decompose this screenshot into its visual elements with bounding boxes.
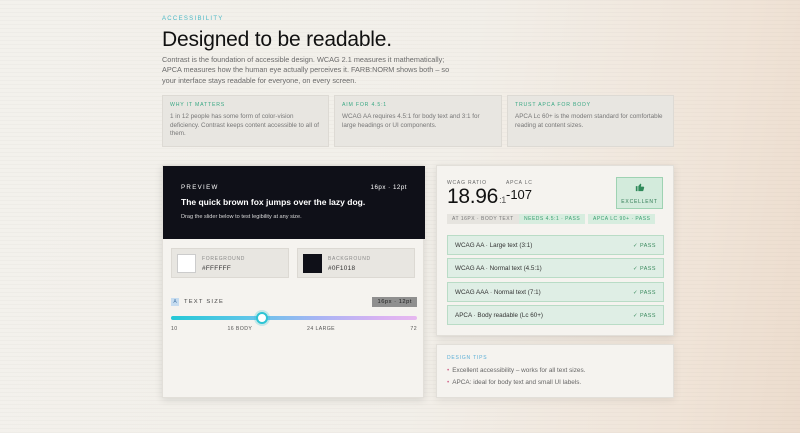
foreground-value: #FFFFFF [202,265,232,272]
section-eyebrow: ACCESSIBILITY [162,16,224,22]
info-card-text: WCAG AA requires 4.5:1 for body text and… [342,113,480,129]
bullet-icon: • [447,367,450,374]
thumbs-up-icon [635,183,644,192]
apca-pass-chip: APCA LC 90+ · PASS [588,214,656,224]
check-status: ✓ PASS [633,312,656,319]
info-card-title: TRUST APCA FOR BODY [515,102,591,108]
text-size-header: A TEXT SIZE 16px · 12pt [171,297,417,309]
info-card-aim: AIM FOR 4.5:1 WCAG AA requires 4.5:1 for… [334,95,502,147]
slider-tick-label: 16 BODY [227,326,253,332]
preview-panel: PREVIEW 16px · 12pt The quick brown fox … [163,166,425,239]
tip-text: APCA: ideal for body text and small UI l… [452,379,582,386]
text-size-icon: A [171,298,179,306]
check-label: WCAG AAA · Normal text (7:1) [455,289,541,296]
check-row: WCAG AAA · Normal text (7:1) ✓ PASS [447,282,664,302]
check-status: ✓ PASS [633,242,656,249]
slider-tick-label: 10 [171,326,178,332]
background-color-picker[interactable]: BACKGROUND #0F1018 [297,248,415,278]
foreground-color-picker[interactable]: FOREGROUND #FFFFFF [171,248,289,278]
preview-size-meta: 16px · 12pt [370,184,407,191]
slider-ticks: 10 16 BODY 24 LARGE 72 [171,326,417,334]
info-card-why: WHY IT MATTERS 1 in 12 people has some f… [162,95,329,147]
wcag-pass-chip: NEEDS 4.5:1 · PASS [519,214,586,224]
bullet-icon: • [447,379,450,386]
tip-text: Excellent accessibility – works for all … [452,367,586,374]
check-label: WCAG AA · Large text (3:1) [455,242,533,249]
background-swatch[interactable] [303,254,322,273]
tip-item: • APCA: ideal for body text and small UI … [447,379,581,386]
verdict-badge: EXCELLENT [616,177,663,209]
contrast-results-card: WCAG RATIO 18.96:1 APCA LC -107 EXCELLEN… [436,165,674,336]
info-card-apca: TRUST APCA FOR BODY APCA Lc 60+ is the m… [507,95,674,147]
context-chip: AT 16PX · BODY TEXT [447,214,519,224]
check-row: WCAG AA · Large text (3:1) ✓ PASS [447,235,664,255]
background-value: #0F1018 [328,265,356,272]
wcag-ratio-value: 18.96 [447,185,499,208]
tips-title: DESIGN TIPS [447,355,488,361]
check-status: ✓ PASS [633,265,656,272]
text-size-value: 16px · 12pt [372,297,417,307]
wcag-ratio-suffix: :1 [499,195,506,205]
preview-card: PREVIEW 16px · 12pt The quick brown fox … [162,165,425,398]
text-size-slider[interactable] [171,312,417,324]
check-row: WCAG AA · Normal text (4.5:1) ✓ PASS [447,258,664,278]
apca-label: APCA LC [506,180,533,186]
apca-value: -107 [506,187,533,202]
info-card-text: 1 in 12 people has some form of color-vi… [170,113,319,138]
info-cards: WHY IT MATTERS 1 in 12 people has some f… [162,95,674,147]
preview-label: PREVIEW [181,184,219,191]
page-title: Designed to be readable. [162,28,392,51]
verdict-label: EXCELLENT [621,199,658,205]
check-row: APCA · Body readable (Lc 60+) ✓ PASS [447,305,664,325]
info-card-title: AIM FOR 4.5:1 [342,102,387,108]
design-tips-card: DESIGN TIPS • Excellent accessibility – w… [436,344,674,398]
tip-item: • Excellent accessibility – works for all… [447,367,585,374]
check-label: APCA · Body readable (Lc 60+) [455,312,544,319]
slider-tick-label: 72 [410,326,417,332]
check-status: ✓ PASS [633,289,656,296]
slider-thumb[interactable] [255,312,268,324]
intro-text: Contrast is the foundation of accessible… [162,55,450,85]
check-label: WCAG AA · Normal text (4.5:1) [455,265,542,272]
info-card-text: APCA Lc 60+ is the modern standard for c… [515,113,663,129]
background-label: BACKGROUND [328,256,371,262]
info-card-title: WHY IT MATTERS [170,102,226,108]
slider-tick-label: 24 LARGE [307,326,336,332]
foreground-swatch[interactable] [177,254,196,273]
foreground-label: FOREGROUND [202,256,246,262]
text-size-label: TEXT SIZE [184,299,225,305]
wcag-ratio: 18.96:1 [447,185,506,209]
preview-sample-text: The quick brown fox jumps over the lazy … [181,197,366,207]
preview-hint: Drag the slider below to test legibility… [181,214,302,220]
